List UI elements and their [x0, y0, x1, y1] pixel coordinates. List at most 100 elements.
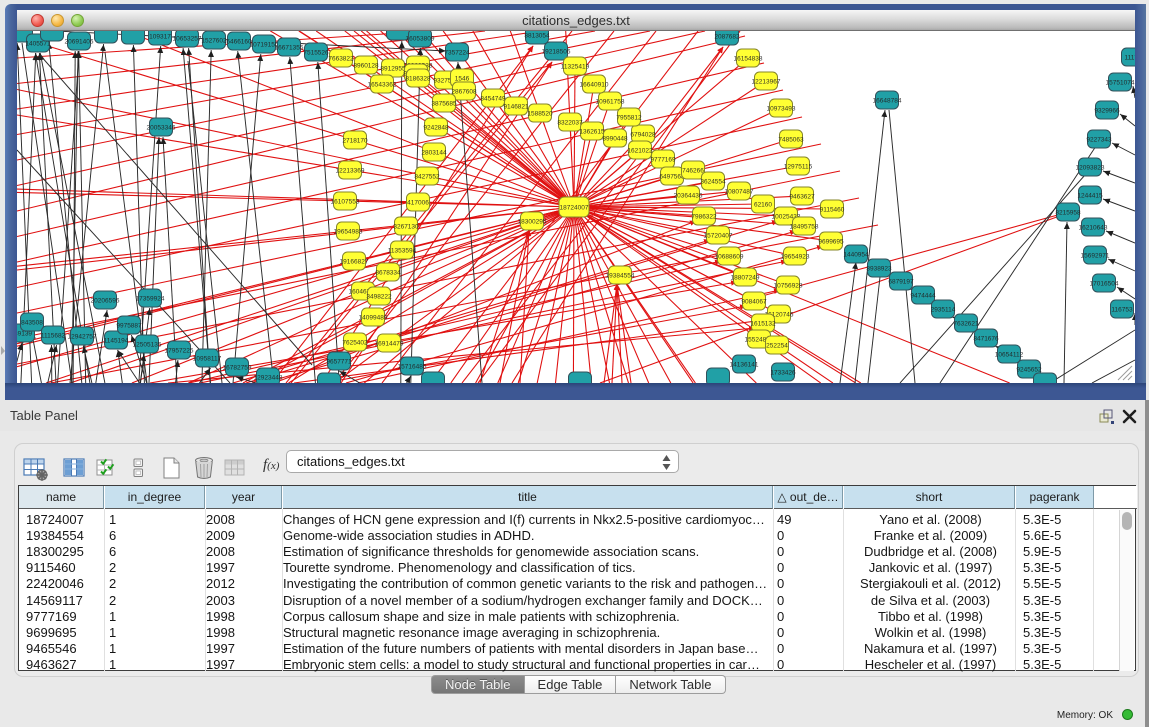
svg-text:1145194: 1145194 [104, 338, 129, 345]
svg-text:8813054: 8813054 [524, 33, 550, 40]
svg-text:1615132: 1615132 [750, 321, 776, 328]
svg-text:843508: 843508 [21, 320, 43, 327]
svg-text:1588520: 1588520 [527, 111, 553, 118]
svg-text:14136141: 14136141 [730, 362, 759, 369]
svg-text:10653257: 10653257 [173, 36, 202, 43]
svg-text:16782759: 16782759 [223, 365, 252, 372]
svg-text:8215958: 8215958 [1055, 210, 1081, 217]
svg-text:8912955: 8912955 [380, 66, 406, 73]
svg-text:1115682: 1115682 [41, 333, 66, 340]
svg-text:19218506: 19218506 [542, 49, 571, 56]
svg-text:7625402: 7625402 [342, 340, 368, 347]
svg-text:6879197: 6879197 [888, 279, 914, 286]
svg-text:8678334: 8678334 [375, 270, 401, 277]
svg-text:12505135: 12505135 [133, 342, 162, 349]
svg-text:16914479: 16914479 [375, 341, 404, 348]
svg-text:16107553: 16107553 [331, 199, 360, 206]
svg-text:9777169: 9777169 [650, 157, 676, 164]
svg-text:11325419: 11325419 [561, 64, 590, 71]
svg-text:20053346: 20053346 [147, 125, 176, 132]
svg-text:19166827: 19166827 [340, 259, 369, 266]
svg-text:12942757: 12942757 [68, 334, 97, 341]
svg-text:10654112: 10654112 [995, 352, 1024, 359]
svg-text:7632621: 7632621 [953, 321, 979, 328]
svg-text:12923448: 12923448 [254, 375, 283, 382]
svg-text:20364436: 20364436 [674, 193, 703, 200]
svg-text:8960128: 8960128 [353, 63, 379, 70]
svg-text:18300295: 18300295 [518, 219, 547, 226]
svg-text:19384554: 19384554 [606, 273, 635, 280]
svg-text:9657771: 9657771 [326, 359, 352, 366]
svg-text:10973493: 10973493 [767, 106, 796, 113]
svg-text:9115460: 9115460 [820, 207, 845, 214]
svg-text:10756928: 10756928 [774, 283, 803, 290]
svg-text:19654923: 19654923 [781, 254, 810, 261]
svg-text:7515526: 7515526 [303, 50, 329, 57]
svg-text:14099489: 14099489 [359, 315, 388, 322]
svg-text:12213369: 12213369 [336, 168, 365, 175]
svg-text:9975887: 9975887 [116, 323, 142, 330]
svg-text:7663822: 7663822 [328, 56, 354, 63]
svg-text:12093823: 12093823 [1076, 165, 1105, 172]
svg-text:18724007: 18724007 [560, 205, 589, 212]
svg-text:8454749: 8454749 [480, 96, 506, 103]
svg-text:1405571: 1405571 [25, 41, 51, 48]
svg-text:7986322: 7986322 [691, 214, 717, 221]
svg-text:15716485: 15716485 [398, 364, 427, 371]
svg-text:16671355: 16671355 [275, 45, 304, 52]
svg-text:8938923: 8938923 [866, 266, 892, 273]
svg-text:8471676: 8471676 [973, 336, 999, 343]
svg-text:417006: 417006 [407, 200, 429, 207]
svg-text:16640910: 16640910 [580, 82, 609, 89]
svg-text:9146821: 9146821 [503, 104, 529, 111]
svg-text:6794028: 6794028 [630, 132, 656, 139]
svg-text:3267130: 3267130 [393, 224, 419, 231]
svg-text:15720407: 15720407 [704, 233, 733, 240]
svg-text:2867608: 2867608 [451, 89, 477, 96]
svg-text:8322037: 8322037 [557, 120, 583, 127]
svg-text:62160: 62160 [754, 202, 772, 209]
svg-text:3624554: 3624554 [700, 179, 726, 186]
svg-text:16210643: 16210643 [1079, 225, 1108, 232]
svg-text:1244415: 1244415 [1077, 193, 1103, 200]
svg-text:20206596: 20206596 [91, 298, 120, 305]
svg-text:10688609: 10688609 [715, 254, 744, 261]
svg-text:10961758: 10961758 [596, 99, 625, 106]
svg-text:9242848: 9242848 [423, 125, 449, 132]
svg-text:2935114: 2935114 [931, 307, 956, 314]
svg-text:8427552: 8427552 [414, 174, 440, 181]
svg-text:2803144: 2803144 [421, 150, 447, 157]
svg-text:16053809: 16053809 [406, 36, 435, 43]
svg-text:15751074: 15751074 [1106, 80, 1135, 87]
svg-text:116753: 116753 [1111, 307, 1133, 314]
svg-text:109317: 109317 [149, 34, 171, 41]
svg-text:20691406: 20691406 [65, 39, 94, 46]
svg-text:1621022: 1621022 [627, 148, 653, 155]
svg-text:7485063: 7485063 [778, 137, 804, 144]
svg-text:7357224: 7357224 [444, 50, 470, 57]
svg-text:8990448: 8990448 [602, 136, 628, 143]
svg-text:1362615: 1362615 [579, 129, 605, 136]
svg-text:3875685: 3875685 [431, 101, 457, 108]
svg-text:17957225: 17957225 [165, 348, 194, 355]
svg-text:15692971: 15692971 [1081, 253, 1110, 260]
svg-text:9699695: 9699695 [818, 239, 844, 246]
svg-text:9329966: 9329966 [1094, 108, 1120, 115]
svg-text:7955812: 7955812 [616, 115, 642, 122]
svg-text:17359924: 17359924 [136, 296, 165, 303]
svg-text:16543362: 16543362 [368, 82, 397, 89]
svg-text:8186328: 8186328 [405, 76, 431, 83]
svg-text:1527602: 1527602 [201, 38, 227, 45]
svg-text:16648784: 16648784 [873, 98, 902, 105]
svg-text:18495758: 18495758 [790, 224, 819, 231]
svg-text:9245652: 9245652 [1016, 367, 1042, 374]
svg-text:3498222: 3498222 [366, 294, 392, 301]
svg-text:2087682: 2087682 [714, 34, 740, 41]
svg-text:1733426: 1733426 [770, 370, 796, 377]
svg-text:6466160: 6466160 [226, 39, 252, 46]
svg-text:10807487: 10807487 [725, 189, 754, 196]
svg-text:1546: 1546 [455, 76, 470, 83]
svg-text:39139: 39139 [17, 331, 32, 338]
svg-text:10958117: 10958117 [193, 356, 222, 363]
svg-text:2718170: 2718170 [342, 138, 368, 145]
